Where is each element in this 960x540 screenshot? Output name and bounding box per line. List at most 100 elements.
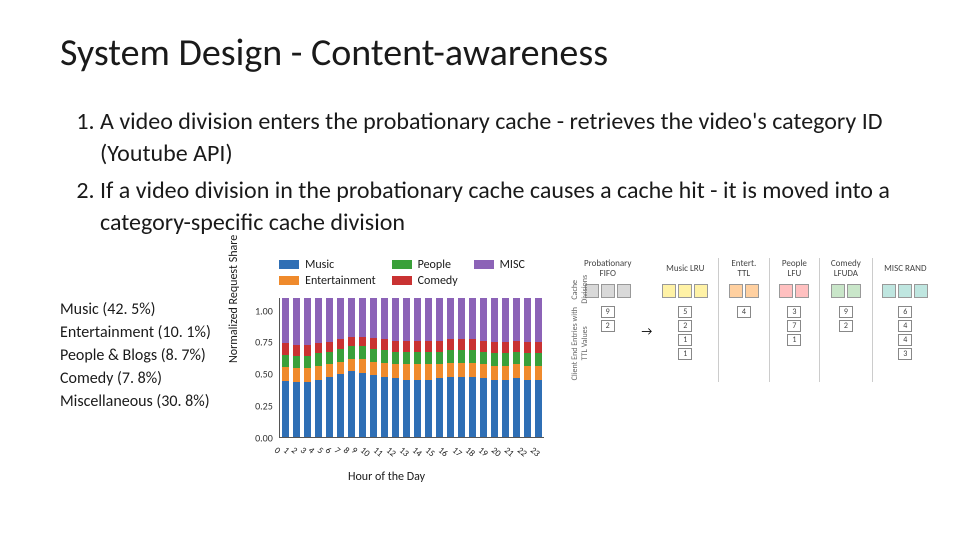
bar-segment xyxy=(392,298,399,341)
bar-segment xyxy=(381,350,388,363)
bar-segment xyxy=(491,298,498,342)
x-tick: 16 xyxy=(436,445,450,459)
bar-segment xyxy=(414,341,421,352)
x-tick: 13 xyxy=(397,445,411,459)
bar-segment xyxy=(535,298,542,342)
bar-segment xyxy=(337,298,344,340)
bar-segment xyxy=(293,345,300,356)
bar xyxy=(458,298,465,437)
legend-label: Entertainment xyxy=(305,274,376,288)
bar-segment xyxy=(381,363,388,377)
cache-diagram: Cache Divisions Client End Entries with … xyxy=(570,258,900,382)
ttl-box: 7 xyxy=(787,320,801,332)
bar-segment xyxy=(293,356,300,369)
bar-segment xyxy=(282,381,289,437)
bar-segment xyxy=(447,377,454,437)
ttl-box: 4 xyxy=(898,334,912,346)
bar xyxy=(293,298,300,437)
bar-segment xyxy=(315,366,322,380)
legend-swatch xyxy=(392,260,412,269)
bar xyxy=(513,298,520,437)
x-tick: 23 xyxy=(528,445,542,459)
bar-segment xyxy=(282,367,289,381)
ttl-box: 4 xyxy=(898,320,912,332)
ttl-stack: 92 xyxy=(601,306,615,332)
cache-cell xyxy=(662,284,676,298)
diagram-column: Music LRU5211 xyxy=(662,258,708,360)
legend-label: Comedy xyxy=(418,274,458,288)
bar-segment xyxy=(282,298,289,344)
bar-segment xyxy=(458,298,465,340)
bar-segment xyxy=(381,377,388,437)
bar-segment xyxy=(425,298,432,341)
y-axis-ticks: 1.000.750.500.250.00 xyxy=(255,298,273,438)
diagram-col-title: MISC RAND xyxy=(884,258,926,280)
ttl-stack: 5211 xyxy=(678,306,692,360)
bar-segment xyxy=(436,352,443,365)
bar xyxy=(524,298,531,437)
bar-segment xyxy=(447,350,454,363)
cache-cell xyxy=(898,284,912,298)
legend-label: MISC xyxy=(500,258,525,272)
legend-item: People xyxy=(392,258,458,272)
bar xyxy=(491,298,498,437)
ttl-box: 2 xyxy=(601,320,615,332)
bar-segment xyxy=(469,363,476,377)
cache-cells-row xyxy=(779,284,809,298)
bar-segment xyxy=(381,339,388,350)
bar-segment xyxy=(326,352,333,365)
ttl-box: 6 xyxy=(898,306,912,318)
bar-segment xyxy=(425,341,432,352)
ttl-box: 1 xyxy=(678,348,692,360)
bar-segment xyxy=(502,342,509,353)
bar-segment xyxy=(315,353,322,366)
ttl-box: 9 xyxy=(839,306,853,318)
cache-cell xyxy=(831,284,845,298)
diagram-col-title: Probationary FIFO xyxy=(584,258,631,280)
ttl-box: 2 xyxy=(678,320,692,332)
bar-segment xyxy=(348,337,355,347)
bar-segment xyxy=(337,349,344,362)
bar-segment xyxy=(414,364,421,379)
bar-segment xyxy=(359,346,366,359)
bar-segment xyxy=(282,343,289,354)
y-tick: 0.75 xyxy=(255,336,273,349)
ttl-stack: 92 xyxy=(839,306,853,332)
bar-segment xyxy=(304,345,311,356)
x-tick: 10 xyxy=(358,445,372,459)
bar-segment xyxy=(403,341,410,352)
bar-segment xyxy=(502,353,509,366)
bar-segment xyxy=(491,380,498,437)
x-axis-label: Hour of the Day xyxy=(219,470,554,484)
bar xyxy=(392,298,399,437)
cache-cell xyxy=(847,284,861,298)
cache-cell xyxy=(795,284,809,298)
bar-segment xyxy=(502,380,509,437)
bar-segment xyxy=(469,339,476,350)
bar-segment xyxy=(535,353,542,366)
category-stats: Music (42. 5%)Entertainment (10. 1%)Peop… xyxy=(60,298,219,414)
figure-row: Music (42. 5%)Entertainment (10. 1%)Peop… xyxy=(60,258,900,488)
category-stat-line: Miscellaneous (30. 8%) xyxy=(60,390,219,413)
cache-cells-row xyxy=(831,284,861,298)
x-tick: 18 xyxy=(463,445,477,459)
x-axis-ticks: 01234567891011121314151617181920212223 xyxy=(279,445,544,456)
y-axis-label: Normalized Request Share xyxy=(227,234,241,362)
bar-segment xyxy=(315,298,322,344)
bar-segment xyxy=(425,352,432,365)
bar-segment xyxy=(491,342,498,353)
bar-segment xyxy=(337,339,344,349)
x-tick: 11 xyxy=(371,445,385,459)
bar-segment xyxy=(480,298,487,341)
bar-segment xyxy=(392,352,399,365)
bar-segment xyxy=(315,380,322,437)
bar xyxy=(469,298,476,437)
bar xyxy=(304,298,311,437)
bar-segment xyxy=(326,298,333,342)
bar-segment xyxy=(458,339,465,350)
bar-segment xyxy=(414,352,421,365)
bar-segment xyxy=(447,363,454,377)
bar-segment xyxy=(304,382,311,436)
bar-segment xyxy=(502,298,509,342)
bar-segment xyxy=(480,364,487,378)
